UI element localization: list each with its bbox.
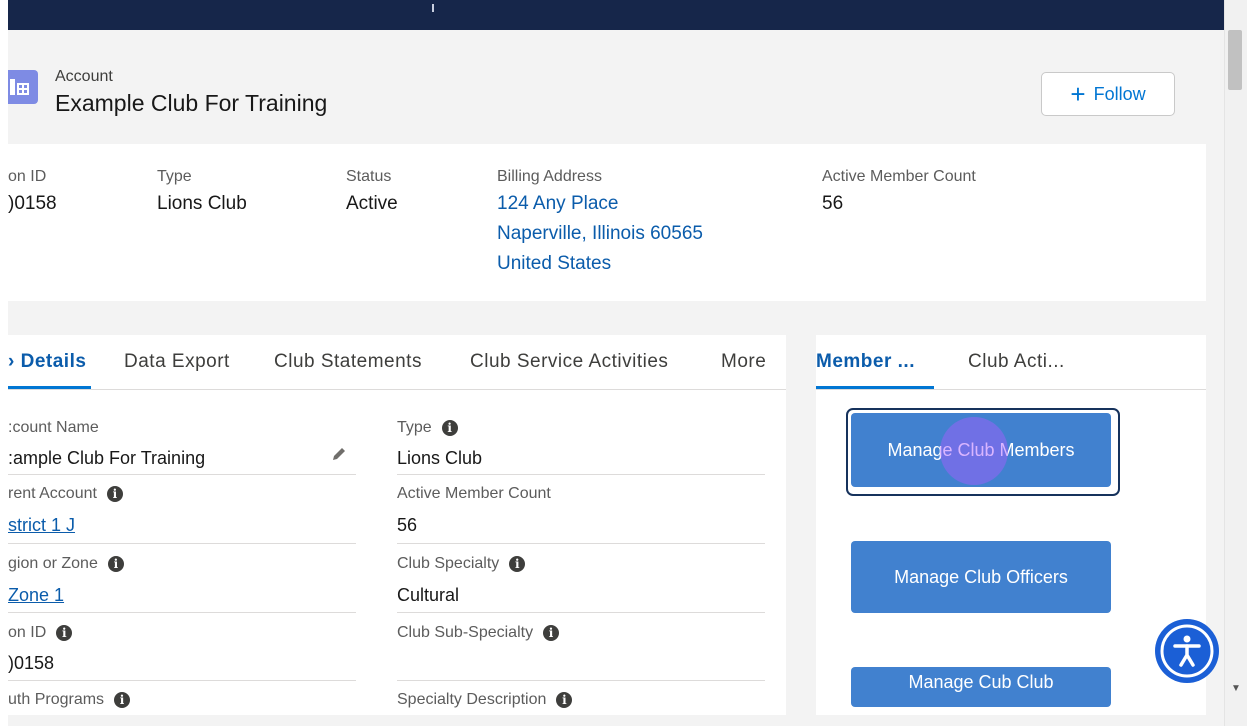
field-label-region-zone: gion or Zone i (8, 555, 124, 573)
field-value-type: Lions Club (397, 448, 483, 468)
follow-label: Follow (1093, 83, 1146, 104)
region-zone-link[interactable]: Zone 1 (8, 585, 64, 606)
field-label-text: Type (397, 419, 432, 436)
highlight-value: 56 (822, 193, 844, 214)
highlight-label: Billing Address (497, 168, 602, 185)
field-divider (397, 543, 765, 544)
tabs-divider (816, 389, 1206, 390)
tab-club-statements[interactable]: Club Statements (274, 351, 422, 373)
left-edge (0, 0, 8, 726)
field-label-active-member-count: Active Member Count (397, 485, 551, 503)
field-value-active-member-count: 56 (397, 515, 418, 535)
field-divider (397, 680, 765, 681)
accessibility-button[interactable] (1155, 619, 1219, 683)
plus-icon: + (1070, 79, 1086, 109)
info-icon[interactable]: i (543, 625, 560, 641)
record-title: Example Club For Training (55, 90, 328, 116)
field-divider (8, 474, 356, 475)
highlight-label: Active Member Count (822, 168, 976, 185)
field-label-youth-programs: uth Programs i (8, 691, 131, 709)
field-divider (8, 543, 356, 544)
field-value-account-name: :ample Club For Training (8, 448, 206, 468)
tab-club-activities[interactable]: Club Acti... (968, 351, 1065, 373)
manage-club-officers-button[interactable]: Manage Club Officers (851, 541, 1111, 613)
field-divider (8, 680, 356, 681)
highlight-value: Lions Club (157, 193, 247, 214)
parent-account-link[interactable]: strict 1 J (8, 515, 75, 536)
details-card: › Details Data Export Club Statements Cl… (8, 335, 786, 715)
active-tab-indicator (8, 386, 91, 389)
tab-details[interactable]: › Details (8, 351, 86, 373)
field-label-text: on ID (8, 624, 47, 641)
click-indicator (940, 417, 1008, 485)
tab-data-export[interactable]: Data Export (124, 351, 230, 373)
info-icon[interactable]: i (107, 556, 124, 572)
info-icon[interactable]: i (556, 692, 573, 708)
field-divider (8, 612, 356, 613)
field-label-text: Specialty Description (397, 691, 547, 708)
field-label-text: Club Specialty (397, 555, 500, 572)
field-label-text: gion or Zone (8, 555, 98, 572)
field-label-text: Active Member Count (397, 485, 551, 502)
account-icon (8, 70, 38, 104)
info-icon[interactable]: i (114, 692, 131, 708)
field-label-text: rent Account (8, 485, 97, 502)
field-label-id: on ID i (8, 624, 73, 642)
scrollbar[interactable] (1224, 0, 1247, 726)
scrollbar-thumb[interactable] (1228, 30, 1242, 90)
info-icon[interactable]: i (509, 556, 526, 572)
member-actions-card: Member ... Club Acti... (816, 335, 1206, 715)
field-label-specialty-description: Specialty Description i (397, 691, 573, 709)
field-value-club-specialty: Cultural (397, 585, 460, 605)
pencil-icon[interactable] (330, 445, 348, 463)
top-nav-bar (0, 0, 1224, 30)
field-label-type: Type i (397, 419, 458, 437)
object-label: Account (55, 68, 113, 85)
highlights-panel: on ID )0158 Type Lions Club Status Activ… (8, 144, 1206, 301)
nav-indicator (432, 4, 434, 12)
billing-address-line[interactable]: 124 Any Place (497, 193, 618, 215)
scroll-down-arrow[interactable]: ▼ (1231, 683, 1241, 694)
field-divider (397, 612, 765, 613)
highlight-label: on ID (8, 168, 47, 185)
highlight-value: Active (346, 193, 398, 214)
field-label-text: :count Name (8, 419, 99, 436)
field-label-club-sub-specialty: Club Sub-Specialty i (397, 624, 560, 642)
field-value-id: )0158 (8, 653, 55, 673)
page: Account Example Club For Training + Foll… (0, 0, 1224, 726)
tab-more[interactable]: More (721, 351, 766, 373)
billing-address-line[interactable]: Naperville, Illinois 60565 (497, 223, 703, 245)
details-tabs: › Details Data Export Club Statements Cl… (8, 335, 786, 390)
field-label-text: uth Programs (8, 691, 105, 708)
tab-club-service-activities[interactable]: Club Service Activities (470, 351, 668, 373)
highlight-value: )0158 (8, 193, 57, 214)
follow-button[interactable]: + Follow (1041, 72, 1175, 116)
manage-cub-club-button[interactable]: Manage Cub Club (851, 667, 1111, 707)
highlight-label: Status (346, 168, 392, 185)
field-divider (397, 474, 765, 475)
field-label-club-specialty: Club Specialty i (397, 555, 526, 573)
field-label-parent-account: rent Account i (8, 485, 123, 503)
accessibility-icon (1160, 624, 1214, 678)
billing-address-line[interactable]: United States (497, 253, 611, 275)
tab-members[interactable]: Member ... (816, 351, 915, 373)
field-label-account-name: :count Name (8, 419, 99, 437)
info-icon[interactable]: i (106, 486, 123, 502)
info-icon[interactable]: i (56, 625, 73, 641)
info-icon[interactable]: i (441, 420, 458, 436)
field-label-text: Club Sub-Specialty (397, 624, 534, 641)
highlight-label: Type (157, 168, 192, 185)
